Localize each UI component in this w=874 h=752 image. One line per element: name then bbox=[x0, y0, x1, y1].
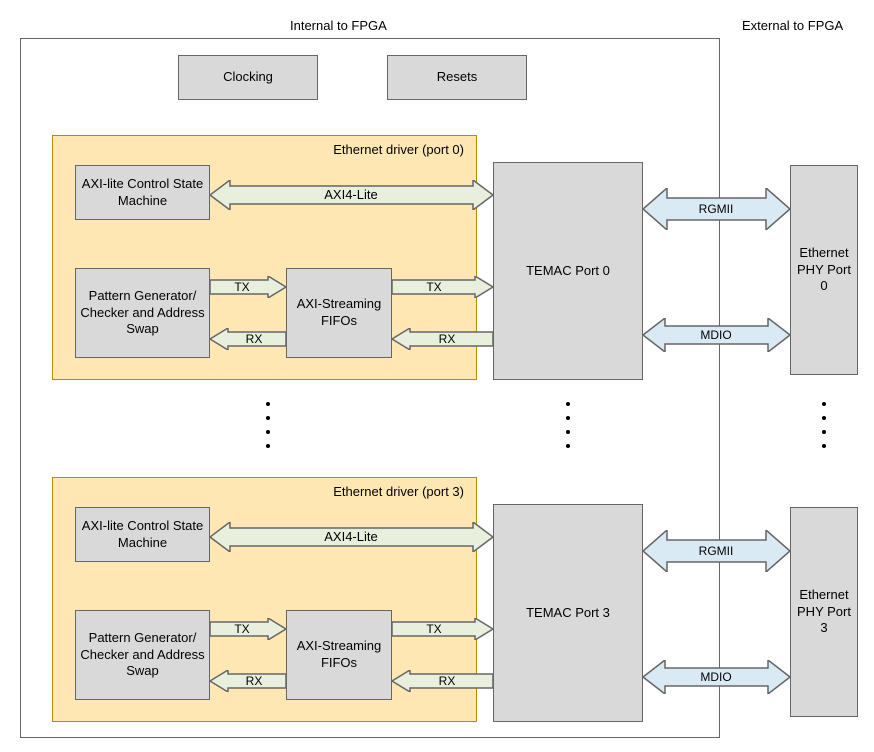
driver0-tx2-arrow: TX bbox=[392, 276, 493, 298]
driver3-axi4lite-text: AXI4-Lite bbox=[324, 529, 377, 544]
driver0-rgmii-arrow: RGMII bbox=[643, 188, 790, 230]
driver0-axi-sm-label: AXI-lite Control State Machine bbox=[80, 176, 205, 210]
driver0-tx1-arrow: TX bbox=[210, 276, 286, 298]
clocking-block: Clocking bbox=[178, 55, 318, 100]
driver0-pattern: Pattern Generator/ Checker and Address S… bbox=[75, 268, 210, 358]
driver3-rx1-text: RX bbox=[246, 674, 263, 688]
driver0-mdio-arrow: MDIO bbox=[643, 318, 790, 352]
driver0-rx1-text: RX bbox=[246, 332, 263, 346]
phy3-block: Ethernet PHY Port 3 bbox=[790, 507, 858, 717]
dots-right bbox=[822, 402, 826, 448]
driver0-title: Ethernet driver (port 0) bbox=[333, 142, 464, 159]
driver0-tx1-text: TX bbox=[234, 280, 249, 294]
driver3-axi-sm-label: AXI-lite Control State Machine bbox=[80, 518, 205, 552]
temac0-label: TEMAC Port 0 bbox=[526, 263, 610, 280]
resets-block: Resets bbox=[387, 55, 527, 100]
driver3-tx1-arrow: TX bbox=[210, 618, 286, 640]
temac3-label: TEMAC Port 3 bbox=[526, 605, 610, 622]
driver0-mdio-text: MDIO bbox=[700, 328, 731, 342]
driver0-axi4lite-arrow: AXI4-Lite bbox=[210, 180, 493, 210]
driver0-rx2-text: RX bbox=[439, 332, 456, 346]
resets-label: Resets bbox=[437, 69, 477, 86]
dots-mid bbox=[566, 402, 570, 448]
clocking-label: Clocking bbox=[223, 69, 273, 86]
driver3-pattern: Pattern Generator/ Checker and Address S… bbox=[75, 610, 210, 700]
driver3-axi4lite-arrow: AXI4-Lite bbox=[210, 522, 493, 552]
driver0-rx1-arrow: RX bbox=[210, 328, 286, 350]
phy3-label: Ethernet PHY Port 3 bbox=[795, 587, 853, 638]
driver3-axi-sm: AXI-lite Control State Machine bbox=[75, 507, 210, 562]
driver3-rx1-arrow: RX bbox=[210, 670, 286, 692]
driver3-rgmii-text: RGMII bbox=[699, 544, 734, 558]
internal-title: Internal to FPGA bbox=[290, 18, 387, 33]
driver3-rx2-arrow: RX bbox=[392, 670, 493, 692]
driver3-tx2-text: TX bbox=[426, 622, 441, 636]
dots-left bbox=[266, 402, 270, 448]
driver3-fifos-label: AXI-Streaming FIFOs bbox=[291, 638, 387, 672]
driver0-rgmii-text: RGMII bbox=[699, 202, 734, 216]
driver0-fifos-label: AXI-Streaming FIFOs bbox=[291, 296, 387, 330]
driver0-pattern-label: Pattern Generator/ Checker and Address S… bbox=[80, 288, 205, 339]
phy0-label: Ethernet PHY Port 0 bbox=[795, 245, 853, 296]
driver3-rx2-text: RX bbox=[439, 674, 456, 688]
phy0-block: Ethernet PHY Port 0 bbox=[790, 165, 858, 375]
driver0-axi4lite-text: AXI4-Lite bbox=[324, 187, 377, 202]
driver3-fifos: AXI-Streaming FIFOs bbox=[286, 610, 392, 700]
driver3-mdio-arrow: MDIO bbox=[643, 660, 790, 694]
driver0-axi-sm: AXI-lite Control State Machine bbox=[75, 165, 210, 220]
driver3-tx1-text: TX bbox=[234, 622, 249, 636]
driver3-pattern-label: Pattern Generator/ Checker and Address S… bbox=[80, 630, 205, 681]
external-title: External to FPGA bbox=[742, 18, 843, 33]
driver0-fifos: AXI-Streaming FIFOs bbox=[286, 268, 392, 358]
driver3-mdio-text: MDIO bbox=[700, 670, 731, 684]
driver3-tx2-arrow: TX bbox=[392, 618, 493, 640]
temac0-block: TEMAC Port 0 bbox=[493, 162, 643, 380]
driver3-title: Ethernet driver (port 3) bbox=[333, 484, 464, 501]
driver3-rgmii-arrow: RGMII bbox=[643, 530, 790, 572]
diagram-canvas: Internal to FPGA External to FPGA Clocki… bbox=[0, 0, 874, 752]
driver0-rx2-arrow: RX bbox=[392, 328, 493, 350]
temac3-block: TEMAC Port 3 bbox=[493, 504, 643, 722]
driver0-tx2-text: TX bbox=[426, 280, 441, 294]
